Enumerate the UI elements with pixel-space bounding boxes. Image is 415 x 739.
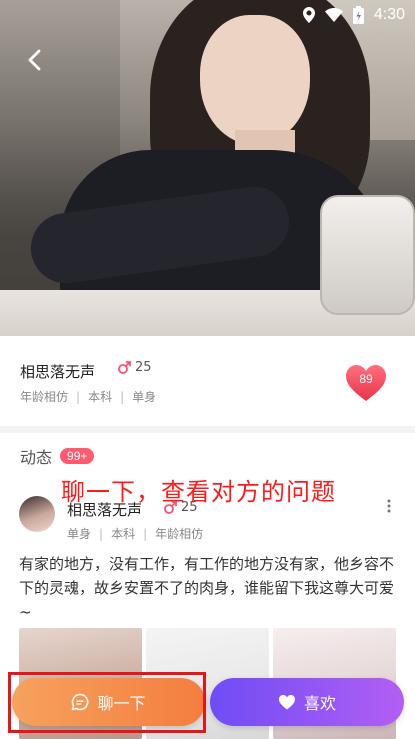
chevron-left-icon [28, 49, 41, 71]
location-icon [302, 7, 315, 23]
heart-icon [278, 695, 295, 710]
match-score-badge[interactable]: 89 [344, 363, 388, 403]
post-text: 有家的地方，没有工作，有工作的地方没有家，他乡容不下的灵魂，故乡安置不了的肉身，… [19, 555, 395, 621]
avatar[interactable] [19, 496, 55, 532]
post-tag: 单身 [67, 527, 92, 541]
post-tags: 单身 | 本科 | 年龄相仿 [67, 526, 204, 542]
male-icon [118, 360, 131, 374]
profile-tag: 年龄相仿 [20, 390, 69, 404]
post-gender-age: 25 [163, 500, 198, 515]
profile-tags: 年龄相仿 | 本科 | 单身 [20, 389, 157, 405]
feed-title: 动态 [20, 448, 53, 467]
status-bar: 4:30 [302, 4, 405, 26]
feed-count-badge: 99+ [60, 448, 95, 464]
status-time: 4:30 [373, 6, 405, 23]
post-tag: 年龄相仿 [155, 527, 204, 541]
feed-header[interactable]: 动态 99+ [20, 444, 95, 468]
more-options-icon[interactable] [384, 498, 394, 514]
post-age: 25 [181, 500, 198, 515]
like-button[interactable]: 喜欢 [210, 678, 404, 726]
chat-button[interactable]: 聊一下 [12, 678, 205, 726]
profile-tag: 单身 [132, 390, 157, 404]
male-icon [164, 500, 177, 514]
match-score: 89 [359, 372, 373, 386]
chat-bubble-icon [72, 693, 89, 711]
profile-age: 25 [135, 360, 152, 375]
profile-name: 相思落无声 [20, 363, 96, 381]
profile-tag: 本科 [88, 390, 113, 404]
profile-photo [0, 0, 415, 336]
battery-icon [352, 6, 364, 24]
profile-card: 相思落无声 25 年龄相仿 | 本科 | 单身 89 [0, 336, 415, 428]
like-button-label: 喜欢 [303, 694, 336, 713]
post-author: 相思落无声 [67, 501, 143, 519]
profile-gender-age: 25 [117, 360, 152, 375]
wifi-icon [324, 8, 343, 22]
post-tag: 本科 [111, 527, 136, 541]
back-button[interactable] [20, 46, 48, 74]
chat-button-label: 聊一下 [97, 694, 146, 713]
section-divider [0, 426, 415, 433]
